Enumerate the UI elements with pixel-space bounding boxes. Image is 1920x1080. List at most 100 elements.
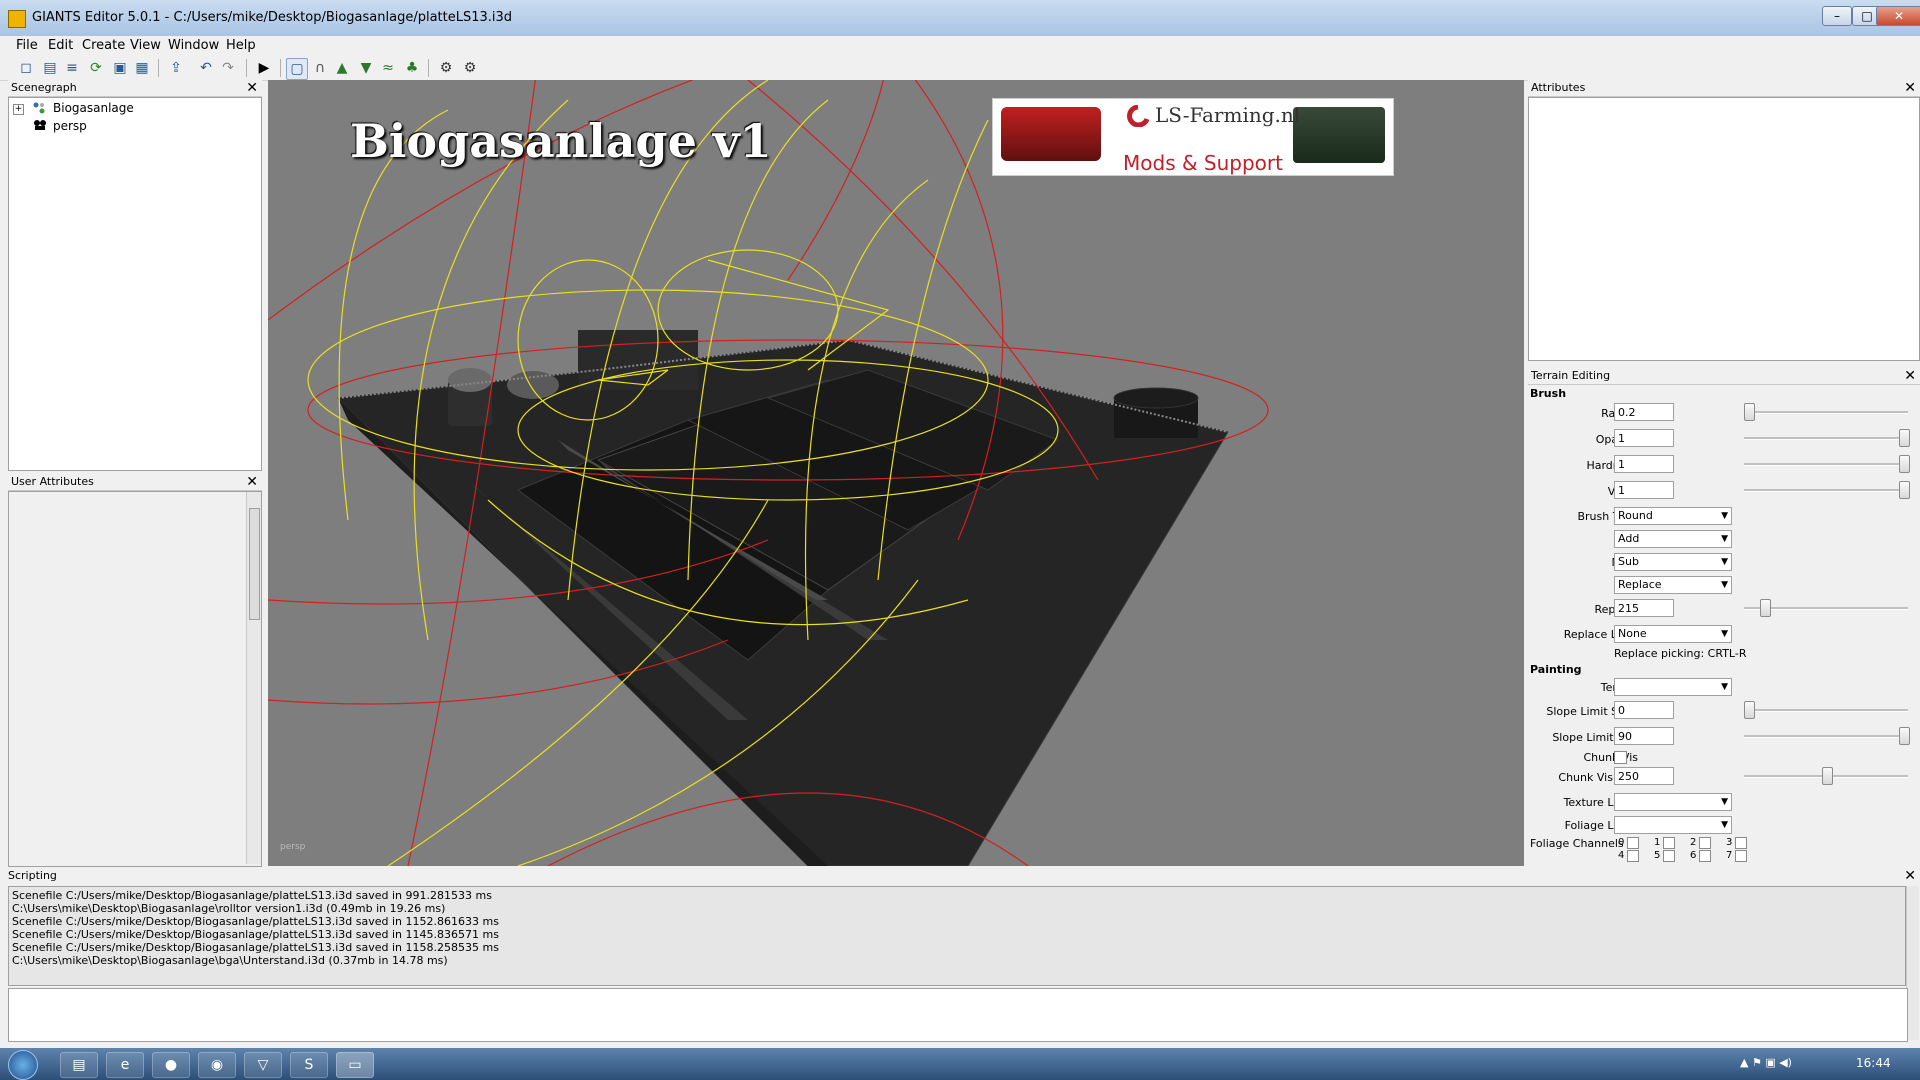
menu-edit[interactable]: Edit	[42, 38, 79, 53]
close-icon[interactable]: ✕	[1904, 81, 1916, 95]
slope-limit-end-input[interactable]: 90	[1614, 727, 1674, 745]
minimize-button[interactable]: –	[1822, 6, 1852, 26]
firefox-icon[interactable]: ●	[152, 1052, 190, 1078]
slider-thumb[interactable]	[1744, 701, 1755, 719]
storage-tank-top	[1113, 387, 1199, 409]
scrollbar[interactable]	[246, 492, 261, 864]
menu-window[interactable]: Window	[162, 38, 225, 53]
refresh-icon[interactable]: ⟳	[86, 58, 106, 78]
import-icon[interactable]: ⇪	[166, 58, 186, 78]
menu-create[interactable]: Create	[76, 38, 131, 53]
slider-thumb[interactable]	[1899, 481, 1910, 499]
new-icon[interactable]: ◻	[16, 58, 36, 78]
foliage-channel-checkbox[interactable]	[1627, 850, 1639, 862]
chunk-vis-dist-input[interactable]: 250	[1614, 767, 1674, 785]
clock: 16:44	[1856, 1056, 1891, 1070]
hardness-slider[interactable]	[1744, 455, 1910, 473]
script-input[interactable]	[8, 988, 1908, 1042]
lmb-select[interactable]: Add ▼	[1614, 530, 1732, 548]
save-all-icon[interactable]: ▦	[132, 58, 152, 78]
foliage-channel-checkbox[interactable]	[1735, 850, 1747, 862]
slope-limit-start-input[interactable]: 0	[1614, 701, 1674, 719]
replace-limit-select[interactable]: None ▼	[1614, 625, 1732, 643]
foliage-channel-label: 5	[1654, 850, 1661, 861]
chrome-icon[interactable]: ◉	[198, 1052, 236, 1078]
menu-view[interactable]: View	[124, 38, 167, 53]
replace-slider[interactable]	[1744, 599, 1908, 617]
select-icon[interactable]: ▢	[286, 58, 308, 80]
explorer-icon[interactable]: ▤	[60, 1052, 98, 1078]
slider-thumb[interactable]	[1821, 767, 1833, 785]
chevron-down-icon: ▼	[1721, 820, 1728, 830]
close-icon[interactable]: ✕	[246, 81, 258, 95]
close-icon[interactable]: ✕	[246, 475, 258, 489]
giants-icon[interactable]: ▽	[244, 1052, 282, 1078]
chunk-vis-checkbox[interactable]	[1614, 751, 1627, 764]
terrain-down-icon[interactable]: ▼	[356, 58, 376, 78]
foliage-channel-checkbox[interactable]	[1699, 850, 1711, 862]
gear-icon[interactable]: ⚙	[436, 58, 456, 78]
opacity-slider[interactable]	[1744, 429, 1910, 447]
paint-icon[interactable]: ∩	[310, 58, 330, 78]
tree-item-persp[interactable]: persp	[53, 119, 87, 133]
folder-icon[interactable]: ▭	[336, 1052, 374, 1078]
3d-viewport[interactable]: Biogasanlage v1 LS-Farming.nl Mods & Sup…	[268, 80, 1524, 866]
radius-slider[interactable]	[1744, 403, 1908, 421]
toolbar-separator	[280, 59, 281, 77]
slope-limit-start-slider[interactable]	[1744, 701, 1908, 719]
slider-thumb[interactable]	[1744, 403, 1755, 421]
undo-icon[interactable]: ↶	[196, 58, 216, 78]
close-icon[interactable]: ✕	[1904, 369, 1916, 383]
slider-thumb[interactable]	[1899, 429, 1910, 447]
list-icon[interactable]: ≡	[62, 58, 82, 78]
close-icon[interactable]: ✕	[1904, 869, 1916, 883]
brush-type-select[interactable]: Round ▼	[1614, 507, 1732, 525]
foliage-channel-checkbox[interactable]	[1663, 850, 1675, 862]
terrain-up-icon[interactable]: ▲	[332, 58, 352, 78]
menu-file[interactable]: File	[10, 38, 44, 53]
close-button[interactable]: ✕	[1876, 6, 1920, 26]
foliage-icon[interactable]: ♣	[402, 58, 422, 78]
foliage-channel-checkbox[interactable]	[1627, 837, 1639, 849]
redo-icon[interactable]: ↷	[218, 58, 238, 78]
replace-input[interactable]: 215	[1614, 599, 1674, 617]
texture-layer-select[interactable]: ▼	[1614, 793, 1732, 811]
radius-input[interactable]: 0.2	[1614, 403, 1674, 421]
tree-item-biogasanlage[interactable]: Biogasanlage	[53, 101, 134, 115]
play-icon[interactable]: ▶	[254, 58, 274, 78]
ie-icon[interactable]: e	[106, 1052, 144, 1078]
foliage-channel-checkbox[interactable]	[1735, 837, 1747, 849]
storage-dome	[507, 371, 559, 399]
slider-thumb[interactable]	[1899, 727, 1910, 745]
foliage-channel-checkbox[interactable]	[1663, 837, 1675, 849]
foliage-channel-label: 0	[1618, 837, 1625, 848]
slope-limit-end-slider[interactable]	[1744, 727, 1910, 745]
chevron-down-icon: ▼	[1721, 629, 1728, 639]
opacity-input[interactable]: 1	[1614, 429, 1674, 447]
start-button[interactable]	[8, 1050, 38, 1080]
scrollbar-thumb[interactable]	[249, 508, 260, 620]
save-icon[interactable]: ▣	[110, 58, 130, 78]
menu-help[interactable]: Help	[220, 38, 262, 53]
terrain-select[interactable]: ▼	[1614, 678, 1732, 696]
skype-icon[interactable]: S	[290, 1052, 328, 1078]
foliage-channel-label: 3	[1726, 837, 1733, 848]
slider-thumb[interactable]	[1759, 599, 1771, 617]
gear-alt-icon[interactable]: ⚙	[460, 58, 480, 78]
expand-icon[interactable]: +	[13, 104, 24, 115]
foliage-layer-select[interactable]: ▼	[1614, 816, 1732, 834]
banner-brand: LS-Farming.nl	[1155, 103, 1301, 127]
taskbar: ▤ e ● ◉ ▽ S ▭ ▲ ⚑ ▣ ◀) 16:44	[0, 1048, 1920, 1080]
slider-thumb[interactable]	[1899, 455, 1910, 473]
value-input[interactable]: 1	[1614, 481, 1674, 499]
hardness-input[interactable]: 1	[1614, 455, 1674, 473]
rmb-select[interactable]: Replace ▼	[1614, 576, 1732, 594]
toolbar-separator	[158, 59, 159, 77]
chunk-vis-dist-slider[interactable]	[1744, 767, 1908, 785]
value-slider[interactable]	[1744, 481, 1910, 499]
foliage-channel-label: 4	[1618, 850, 1625, 861]
terrain-smooth-icon[interactable]: ≈	[378, 58, 398, 78]
mmb-select[interactable]: Sub ▼	[1614, 553, 1732, 571]
open-icon[interactable]: ▤	[40, 58, 60, 78]
foliage-channel-checkbox[interactable]	[1699, 837, 1711, 849]
